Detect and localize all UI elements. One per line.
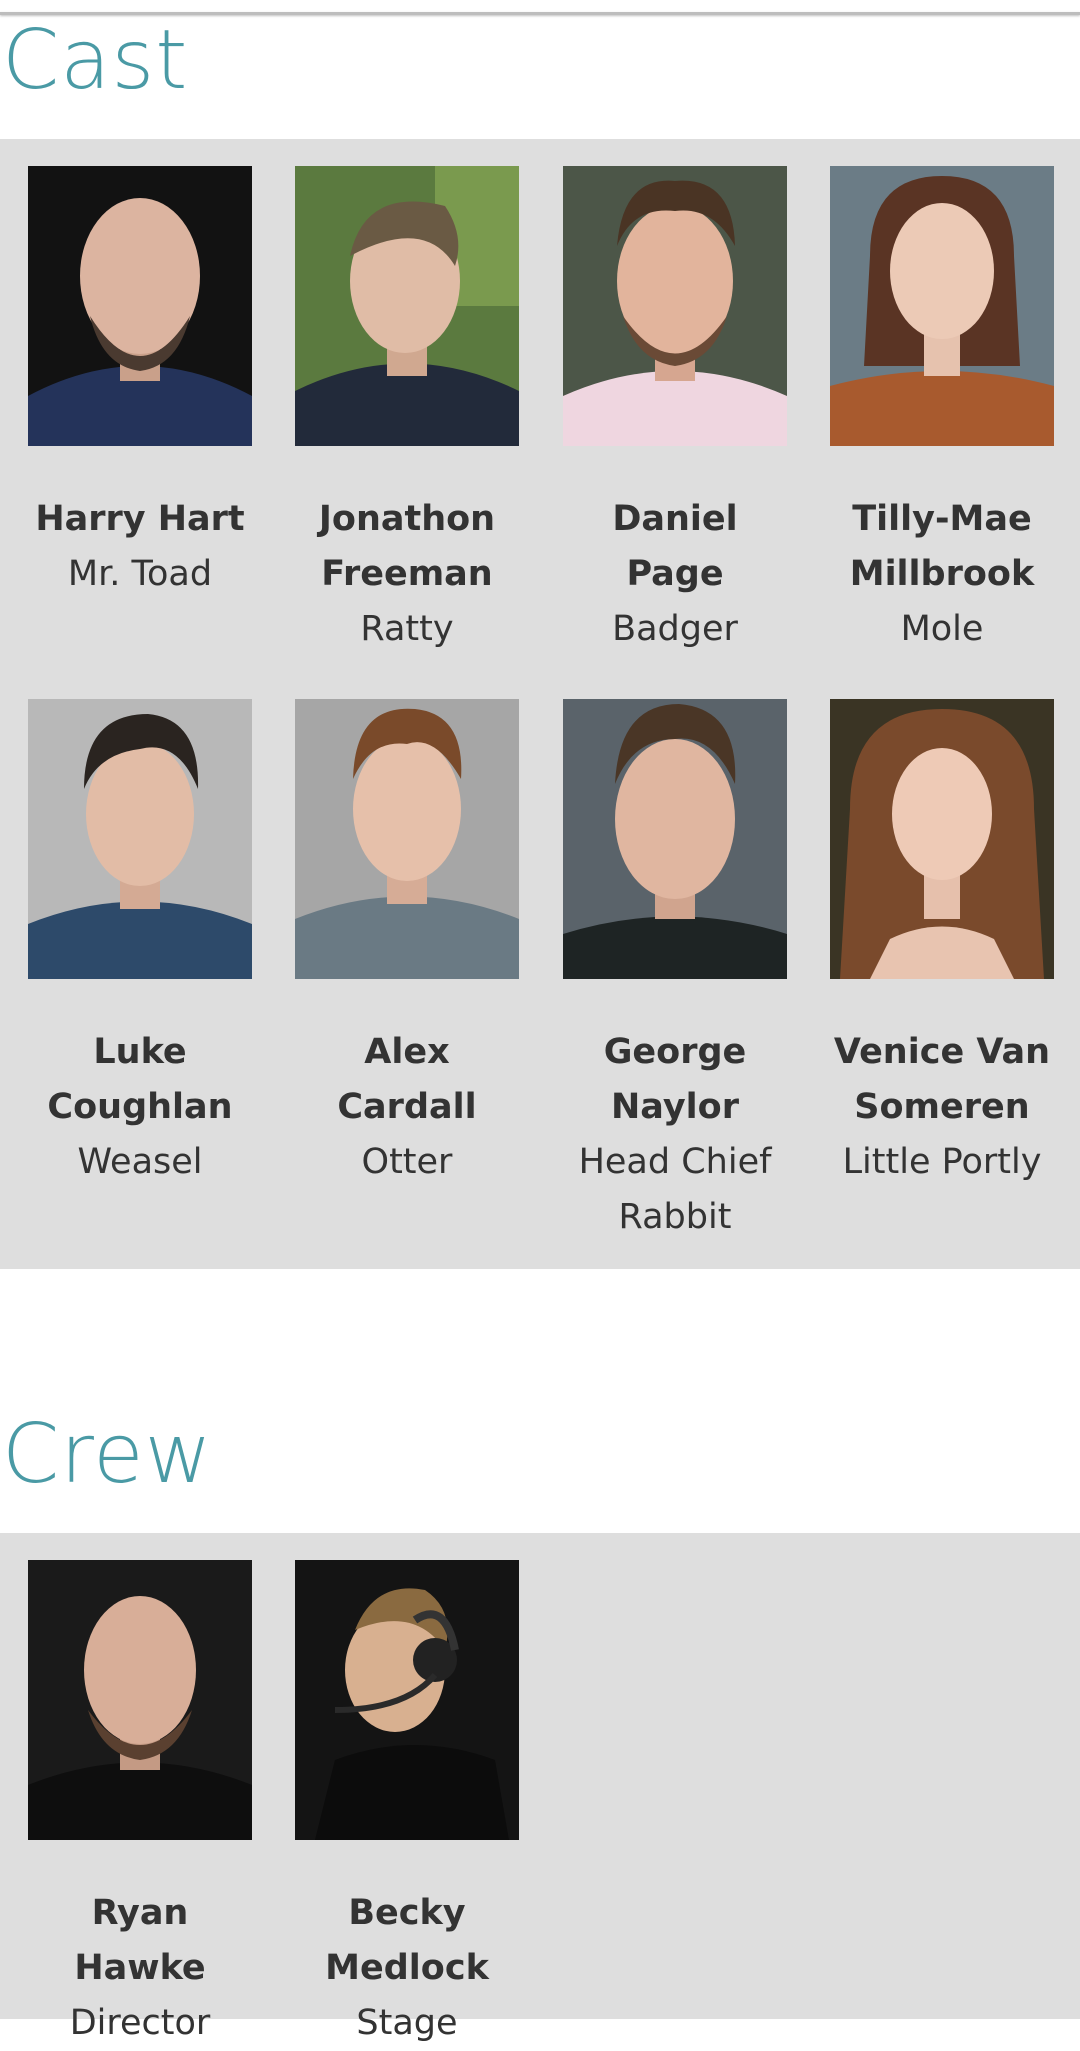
crew-name: Ryan Hawke: [74, 1893, 206, 1988]
cast-role: Mr. Toad: [67, 554, 213, 594]
headshot-photo[interactable]: [830, 166, 1054, 446]
cast-card[interactable]: Jonathon Freeman Ratty: [295, 166, 519, 657]
headshot-photo[interactable]: [28, 699, 252, 979]
crew-role: Director: [69, 2003, 211, 2043]
cast-role: Mole: [900, 609, 984, 649]
cast-grid: Harry Hart Mr. Toad Jonathon Freeman Rat…: [0, 139, 1080, 1269]
headshot-photo[interactable]: [563, 699, 787, 979]
cast-role: Badger: [612, 609, 738, 649]
cast-heading: Cast: [2, 13, 189, 108]
cast-role: Little Portly: [842, 1142, 1042, 1182]
headshot-photo[interactable]: [295, 166, 519, 446]
headshot-photo[interactable]: [295, 699, 519, 979]
cast-card[interactable]: Daniel Page Badger: [563, 166, 787, 657]
cast-card[interactable]: Harry Hart Mr. Toad: [28, 166, 252, 602]
cast-name: Luke Coughlan: [47, 1032, 233, 1127]
cast-name: Venice Van Someren: [833, 1032, 1051, 1127]
headshot-photo[interactable]: [28, 166, 252, 446]
crew-grid: Ryan Hawke Director Becky Medlock Stage: [0, 1533, 1080, 2043]
cast-role: Otter: [361, 1142, 453, 1182]
crew-card[interactable]: Ryan Hawke Director: [28, 1560, 252, 2051]
cast-role: Ratty: [360, 609, 454, 649]
cast-role: Weasel: [77, 1142, 203, 1182]
headshot-photo[interactable]: [28, 1560, 252, 1840]
crew-role: Stage: [356, 2003, 458, 2043]
crew-card[interactable]: Becky Medlock Stage: [295, 1560, 519, 2051]
cast-name: Tilly-Mae Millbrook: [849, 499, 1035, 594]
cast-card[interactable]: Tilly-Mae Millbrook Mole: [830, 166, 1054, 657]
cast-role: Head Chief Rabbit: [578, 1142, 772, 1237]
cast-name: George Naylor: [603, 1032, 747, 1127]
cast-name: Alex Cardall: [337, 1032, 477, 1127]
cast-name: Daniel Page: [612, 499, 738, 594]
headshot-photo[interactable]: [830, 699, 1054, 979]
cast-name: Jonathon Freeman: [318, 499, 496, 594]
cast-card[interactable]: Alex Cardall Otter: [295, 699, 519, 1190]
cast-card[interactable]: Luke Coughlan Weasel: [28, 699, 252, 1190]
cast-card[interactable]: George Naylor Head Chief Rabbit: [563, 699, 787, 1245]
cast-card[interactable]: Venice Van Someren Little Portly: [830, 699, 1054, 1190]
headshot-photo[interactable]: [295, 1560, 519, 1840]
headshot-photo[interactable]: [563, 166, 787, 446]
crew-name: Becky Medlock: [325, 1893, 489, 1988]
cast-name: Harry Hart: [35, 499, 245, 539]
crew-heading: Crew: [2, 1407, 213, 1502]
